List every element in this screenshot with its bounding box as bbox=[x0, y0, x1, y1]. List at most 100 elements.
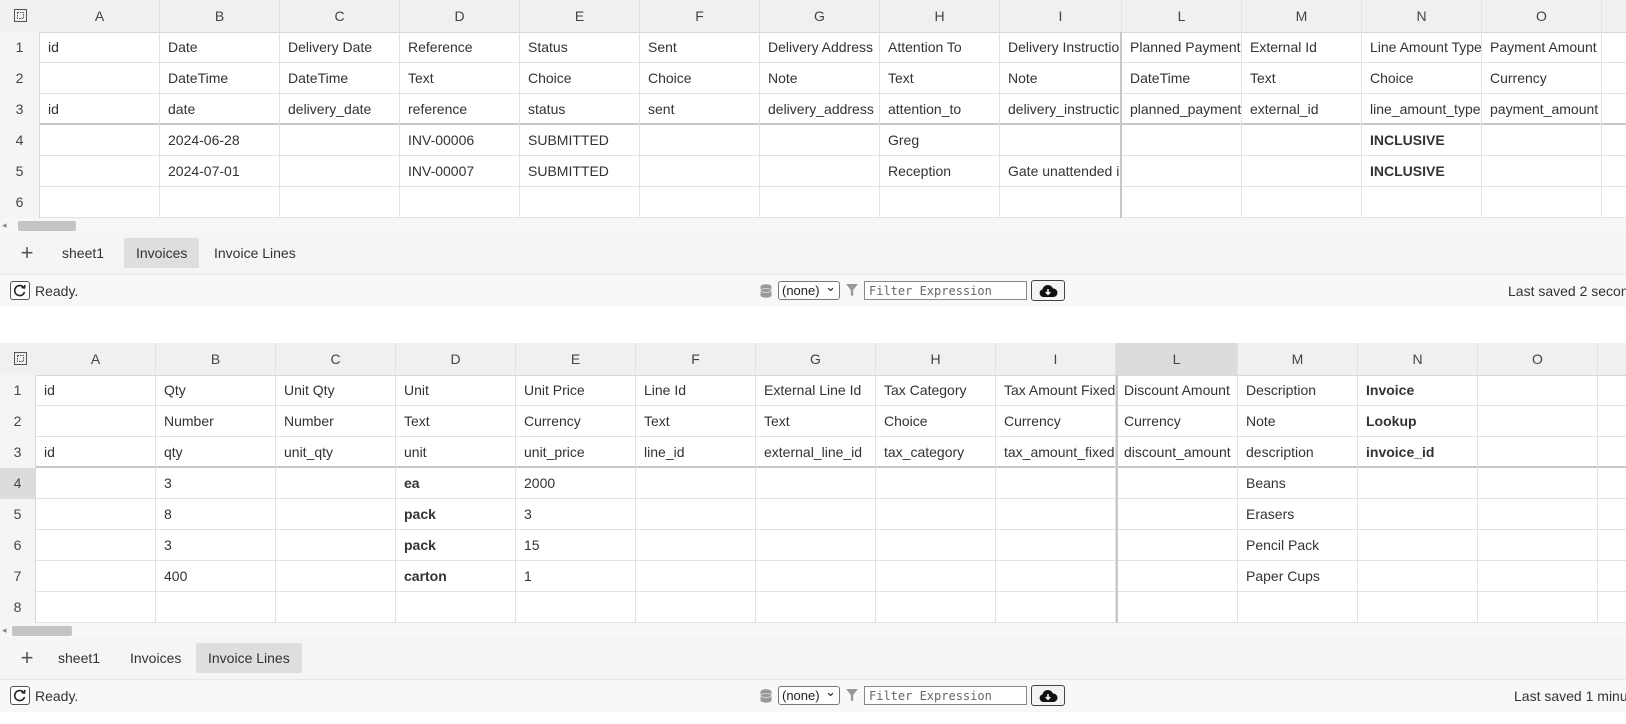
column-header-b[interactable]: B bbox=[156, 343, 276, 375]
cell-g6[interactable] bbox=[756, 530, 876, 561]
cell-n5[interactable]: INCLUSIVE bbox=[1362, 156, 1482, 187]
cell-b6[interactable]: 3 bbox=[156, 530, 276, 561]
cell-a5[interactable] bbox=[40, 156, 160, 187]
cell-m7[interactable]: Paper Cups bbox=[1238, 561, 1358, 592]
row-header-7[interactable]: 7 bbox=[0, 561, 36, 592]
row-header-4[interactable]: 4 bbox=[0, 125, 40, 156]
cell-a1[interactable]: id bbox=[36, 375, 156, 406]
cell-b5[interactable]: 2024-07-01 bbox=[160, 156, 280, 187]
cell-d3[interactable]: reference bbox=[400, 94, 520, 125]
cell-i6[interactable] bbox=[1000, 187, 1122, 218]
filter-expression-input[interactable] bbox=[864, 281, 1027, 300]
cell-o1[interactable] bbox=[1478, 375, 1598, 406]
cell-l3[interactable]: planned_payment bbox=[1122, 94, 1242, 125]
cell-h6[interactable] bbox=[880, 187, 1000, 218]
cell-f3[interactable]: sent bbox=[640, 94, 760, 125]
cell-n6[interactable] bbox=[1362, 187, 1482, 218]
cell-b1[interactable]: Qty bbox=[156, 375, 276, 406]
cell-l4[interactable] bbox=[1122, 125, 1242, 156]
cell-c3[interactable]: delivery_date bbox=[280, 94, 400, 125]
cell-g4[interactable] bbox=[760, 125, 880, 156]
cell-b7[interactable]: 400 bbox=[156, 561, 276, 592]
cell-h4[interactable]: Greg bbox=[880, 125, 1000, 156]
cell-e6[interactable]: 15 bbox=[516, 530, 636, 561]
cell-d6[interactable]: pack bbox=[396, 530, 516, 561]
column-header-e[interactable]: E bbox=[520, 0, 640, 32]
cell-i6[interactable] bbox=[996, 530, 1116, 561]
filter-icon[interactable] bbox=[846, 689, 858, 702]
cell-o5[interactable] bbox=[1478, 499, 1598, 530]
cell-d1[interactable]: Unit bbox=[396, 375, 516, 406]
column-header-f[interactable]: F bbox=[636, 343, 756, 375]
row-header-4[interactable]: 4 bbox=[0, 468, 36, 499]
cell-f3[interactable]: line_id bbox=[636, 437, 756, 468]
cell-e4[interactable]: SUBMITTED bbox=[520, 125, 640, 156]
cell-o7[interactable] bbox=[1478, 561, 1598, 592]
cell-l2[interactable]: Currency bbox=[1116, 406, 1238, 437]
cell-l3[interactable]: discount_amount bbox=[1116, 437, 1238, 468]
save-to-cloud-button[interactable] bbox=[1031, 685, 1065, 706]
cell-m4[interactable] bbox=[1242, 125, 1362, 156]
cell-b1[interactable]: Date bbox=[160, 32, 280, 63]
cell-c2[interactable]: DateTime bbox=[280, 63, 400, 94]
cell-m3[interactable]: external_id bbox=[1242, 94, 1362, 125]
cell-l2[interactable]: DateTime bbox=[1122, 63, 1242, 94]
cell-l6[interactable] bbox=[1116, 530, 1238, 561]
cell-b4[interactable]: 3 bbox=[156, 468, 276, 499]
cell-c3[interactable]: unit_qty bbox=[276, 437, 396, 468]
cell-e6[interactable] bbox=[520, 187, 640, 218]
cell-c1[interactable]: Unit Qty bbox=[276, 375, 396, 406]
cell-e8[interactable] bbox=[516, 592, 636, 623]
scroll-left-icon[interactable]: ◂ bbox=[2, 218, 7, 232]
cell-c7[interactable] bbox=[276, 561, 396, 592]
cell-b6[interactable] bbox=[160, 187, 280, 218]
horizontal-scrollbar[interactable]: ◂ bbox=[0, 218, 1626, 232]
filter-expression-input[interactable] bbox=[864, 686, 1027, 705]
cell-d5[interactable]: pack bbox=[396, 499, 516, 530]
cell-f4[interactable] bbox=[640, 125, 760, 156]
column-header-a[interactable]: A bbox=[40, 0, 160, 32]
column-header-h[interactable]: H bbox=[880, 0, 1000, 32]
cell-n4[interactable]: INCLUSIVE bbox=[1362, 125, 1482, 156]
cell-l4[interactable] bbox=[1116, 468, 1238, 499]
row-header-6[interactable]: 6 bbox=[0, 530, 36, 561]
cell-e5[interactable]: 3 bbox=[516, 499, 636, 530]
cell-g1[interactable]: External Line Id bbox=[756, 375, 876, 406]
cell-e7[interactable]: 1 bbox=[516, 561, 636, 592]
cell-n1[interactable]: Invoice bbox=[1358, 375, 1478, 406]
cell-n5[interactable] bbox=[1358, 499, 1478, 530]
cell-m1[interactable]: Description bbox=[1238, 375, 1358, 406]
cell-i7[interactable] bbox=[996, 561, 1116, 592]
cell-m6[interactable] bbox=[1242, 187, 1362, 218]
cell-a2[interactable] bbox=[36, 406, 156, 437]
cell-a3[interactable]: id bbox=[40, 94, 160, 125]
cell-h1[interactable]: Tax Category bbox=[876, 375, 996, 406]
cell-c5[interactable] bbox=[280, 156, 400, 187]
cell-c4[interactable] bbox=[280, 125, 400, 156]
column-header-e[interactable]: E bbox=[516, 343, 636, 375]
cell-a6[interactable] bbox=[36, 530, 156, 561]
row-header-1[interactable]: 1 bbox=[0, 32, 40, 63]
cell-f1[interactable]: Line Id bbox=[636, 375, 756, 406]
cell-e1[interactable]: Status bbox=[520, 32, 640, 63]
cell-h4[interactable] bbox=[876, 468, 996, 499]
cell-a1[interactable]: id bbox=[40, 32, 160, 63]
cell-e3[interactable]: status bbox=[520, 94, 640, 125]
cell-n2[interactable]: Lookup bbox=[1358, 406, 1478, 437]
cell-a5[interactable] bbox=[36, 499, 156, 530]
cell-e5[interactable]: SUBMITTED bbox=[520, 156, 640, 187]
cell-c6[interactable] bbox=[276, 530, 396, 561]
cell-o6[interactable] bbox=[1482, 187, 1602, 218]
cell-l5[interactable] bbox=[1122, 156, 1242, 187]
cell-c2[interactable]: Number bbox=[276, 406, 396, 437]
column-header-g[interactable]: G bbox=[760, 0, 880, 32]
cell-m4[interactable]: Beans bbox=[1238, 468, 1358, 499]
cell-g3[interactable]: external_line_id bbox=[756, 437, 876, 468]
cell-f2[interactable]: Choice bbox=[640, 63, 760, 94]
cell-e2[interactable]: Currency bbox=[516, 406, 636, 437]
column-header-i[interactable]: I bbox=[1000, 0, 1122, 32]
cell-g5[interactable] bbox=[756, 499, 876, 530]
cell-o3[interactable] bbox=[1478, 437, 1598, 468]
cell-f1[interactable]: Sent bbox=[640, 32, 760, 63]
row-header-8[interactable]: 8 bbox=[0, 592, 36, 623]
